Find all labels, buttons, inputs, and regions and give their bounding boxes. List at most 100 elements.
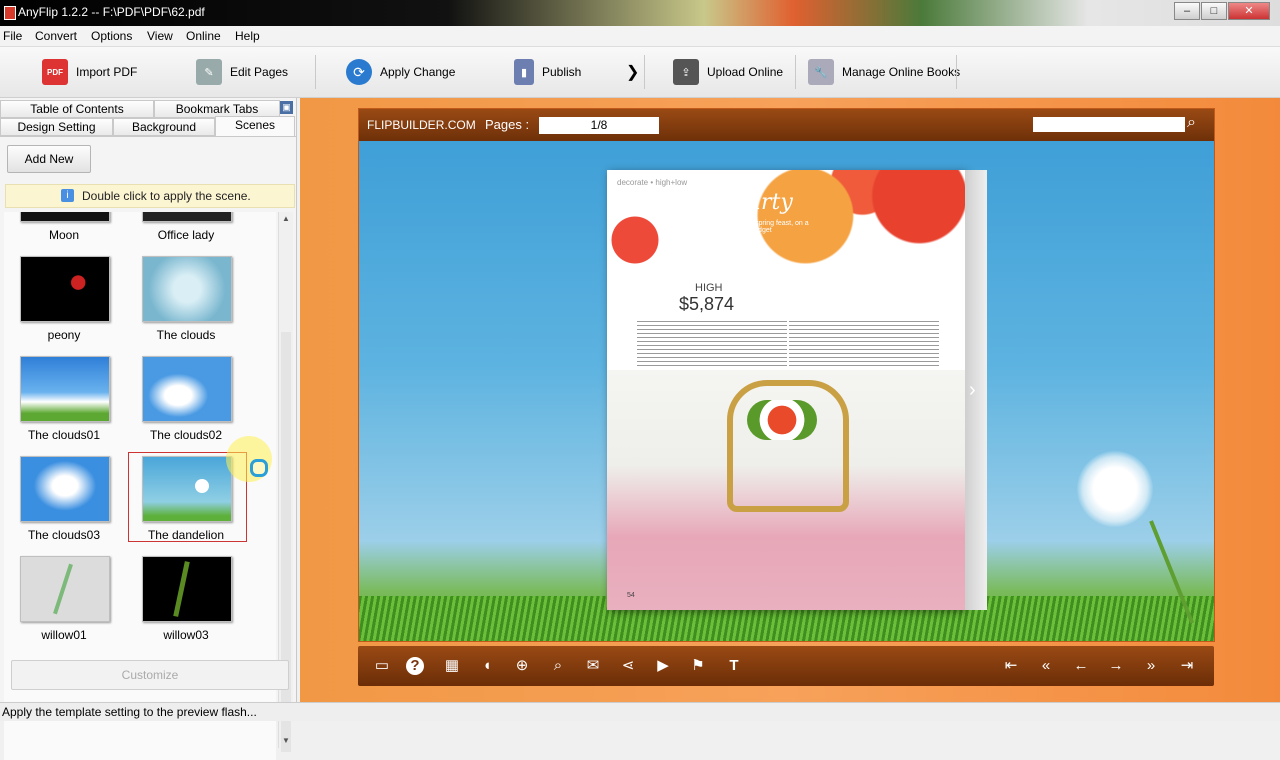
price-tag-label: HIGH	[695, 282, 723, 294]
chair-front	[697, 640, 857, 641]
tab-background[interactable]: Background	[113, 118, 215, 136]
toolbar-separator	[956, 55, 957, 89]
toolbar: PDF Import PDF ✎ Edit Pages ⟳ Apply Chan…	[0, 47, 1280, 98]
import-pdf-button[interactable]: PDF Import PDF	[42, 57, 137, 87]
viewer-toolbar: ▭ ? ▦ ◖ ⊕ ⌕ ✉ ⋖ ▶ ⚑ T ⇤ « ← → » ⇥	[358, 646, 1214, 686]
page-kicker: decorate • high+low	[617, 178, 688, 187]
screen-icon[interactable]: ▭	[371, 655, 393, 677]
scene-thumb-the-dandelion[interactable]	[142, 456, 232, 522]
article-text-block	[789, 318, 939, 368]
scene-thumb-willow03[interactable]	[142, 556, 232, 622]
page-number-field[interactable]: 1/8	[539, 117, 659, 134]
import-pdf-label: Import PDF	[76, 65, 138, 79]
edit-pages-icon: ✎	[196, 59, 222, 85]
menu-convert[interactable]: Convert	[35, 29, 77, 43]
upload-icon: ⇪	[673, 59, 699, 85]
help-icon[interactable]: ?	[406, 657, 424, 675]
menu-view[interactable]: View	[147, 29, 173, 43]
autoplay-icon[interactable]: ▶	[652, 655, 674, 677]
tab-design-setting[interactable]: Design Setting	[0, 118, 113, 136]
scene-thumb-peony[interactable]	[20, 256, 110, 322]
edit-pages-button[interactable]: ✎ Edit Pages	[196, 57, 288, 87]
scene-label-willow01: willow01	[41, 628, 87, 642]
apply-change-button[interactable]: ⟳ Apply Change	[346, 57, 455, 87]
publish-button[interactable]: ▮ Publish	[514, 57, 581, 87]
scene-thumb-the-clouds02[interactable]	[142, 356, 232, 422]
scene-label-office-lady: Office lady	[157, 228, 215, 242]
dandelion-decoration	[1077, 451, 1153, 527]
status-text: Apply the template setting to the previe…	[2, 705, 257, 719]
scene-label-the-clouds03: The clouds03	[27, 528, 101, 542]
scene-thumb-the-clouds03[interactable]	[20, 456, 110, 522]
menu-file[interactable]: File	[3, 29, 22, 43]
upload-online-label: Upload Online	[707, 65, 784, 79]
menu-help[interactable]: Help	[235, 29, 260, 43]
edit-pages-label: Edit Pages	[230, 65, 289, 79]
email-icon[interactable]: ✉	[582, 655, 604, 677]
dandelion-icon	[195, 479, 209, 493]
minimize-button[interactable]: –	[1174, 2, 1200, 20]
scene-thumb-the-clouds01[interactable]	[20, 356, 110, 422]
refresh-icon: ⟳	[346, 59, 372, 85]
scroll-up-icon[interactable]: ▲	[282, 214, 290, 223]
last-page-icon[interactable]: ⇥	[1176, 655, 1198, 677]
page-number: 54	[627, 592, 635, 599]
manage-books-icon: 🔧	[808, 59, 834, 85]
next-icon[interactable]: →	[1105, 655, 1127, 677]
more-options-button[interactable]: ❯	[626, 57, 639, 87]
app-icon	[4, 6, 16, 20]
scene-label-the-clouds: The clouds	[156, 328, 216, 342]
search-icon[interactable]: ⌕	[1187, 114, 1196, 132]
apply-change-label: Apply Change	[380, 65, 456, 79]
status-bar: Apply the template setting to the previe…	[0, 702, 1280, 721]
book-page[interactable]: decorate • high+low easter party indulge…	[607, 170, 965, 610]
add-new-button[interactable]: Add New	[7, 145, 91, 173]
maximize-button[interactable]: □	[1201, 2, 1227, 20]
willow-branch-icon	[53, 563, 73, 615]
prev-icon[interactable]: ←	[1070, 655, 1092, 677]
article-text-block	[637, 318, 787, 368]
pdf-icon: PDF	[42, 59, 68, 85]
panel-menu-icon[interactable]: ▣	[280, 101, 293, 114]
zoom-in-icon[interactable]: ⊕	[511, 655, 533, 677]
price-value: $5,874	[679, 294, 735, 314]
scroll-down-icon[interactable]: ▼	[282, 736, 290, 745]
text-icon[interactable]: T	[723, 655, 745, 677]
scene-label-willow03: willow03	[163, 628, 209, 642]
scene-thumb-willow01[interactable]	[20, 556, 110, 622]
scene-label-the-dandelion: The dandelion	[147, 528, 225, 542]
publish-label: Publish	[542, 65, 582, 79]
close-button[interactable]: ✕	[1228, 2, 1270, 20]
bookmark-icon[interactable]: ⚑	[687, 655, 709, 677]
toolbar-separator	[315, 55, 316, 89]
customize-button[interactable]: Customize	[11, 660, 289, 690]
brand-label: FLIPBUILDER.COM	[367, 118, 476, 132]
menu-online[interactable]: Online	[186, 29, 221, 43]
first-page-icon[interactable]: ⇤	[1000, 655, 1022, 677]
page-headline: easter party	[657, 190, 793, 215]
scene-thumb-moon[interactable]	[20, 212, 110, 222]
viewer-search-input[interactable]	[1033, 117, 1185, 132]
menu-options[interactable]: Options	[91, 29, 132, 43]
flipbook-viewer: FLIPBUILDER.COM Pages : 1/8 ⌕ decorate •…	[358, 108, 1215, 642]
scene-label-moon: Moon	[48, 228, 80, 242]
tab-scenes[interactable]: Scenes	[215, 116, 295, 137]
next-page-icon[interactable]: »	[1140, 655, 1162, 677]
thumbnails-icon[interactable]: ▦	[441, 655, 463, 677]
scene-label-the-clouds01: The clouds01	[27, 428, 101, 442]
upload-online-button[interactable]: ⇪ Upload Online	[673, 57, 783, 87]
scene-label-the-clouds02: The clouds02	[149, 428, 223, 442]
share-icon[interactable]: ⋖	[617, 655, 639, 677]
scene-thumb-office-lady[interactable]	[142, 212, 232, 222]
search-icon[interactable]: ⌕	[547, 655, 569, 677]
sound-icon[interactable]: ◖	[476, 655, 498, 677]
previous-page-icon[interactable]: «	[1035, 655, 1057, 677]
next-page-arrow-icon[interactable]: ›	[969, 379, 976, 402]
tab-table-of-contents[interactable]: Table of Contents	[0, 100, 154, 118]
hint-bar: i Double click to apply the scene.	[5, 184, 295, 208]
scene-label-peony: peony	[47, 328, 81, 342]
scene-thumb-the-clouds[interactable]	[142, 256, 232, 322]
viewer-header: FLIPBUILDER.COM Pages : 1/8 ⌕	[359, 109, 1214, 141]
left-panel: Table of Contents Bookmark Tabs ▣ Design…	[0, 98, 297, 760]
manage-online-books-button[interactable]: 🔧 Manage Online Books	[808, 57, 960, 87]
